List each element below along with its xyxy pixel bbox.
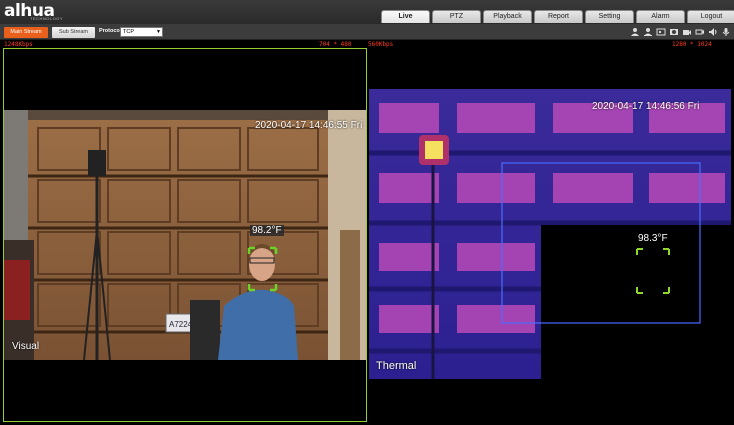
chevron-down-icon: ▼ [156,29,161,35]
tab-live[interactable]: Live [381,10,430,23]
thermal-channel-label: Thermal [376,360,417,372]
live-view-page: alhua TECHNOLOGY Live PTZ Playback Repor… [0,0,734,425]
visual-channel-label: Visual [12,341,40,352]
snapshot-icon[interactable] [656,27,666,37]
tab-report[interactable]: Report [534,10,583,23]
left-bitrate: 1248Kbps [4,41,33,48]
speaker-icon[interactable] [708,27,718,37]
record-icon[interactable] [682,27,692,37]
header-bar: alhua TECHNOLOGY Live PTZ Playback Repor… [0,0,734,24]
main-stream-button[interactable]: Main Stream [4,27,48,38]
tab-logout[interactable]: Logout [687,10,734,23]
thermal-camera-feed[interactable] [369,89,731,379]
microphone-icon[interactable] [721,27,731,37]
right-resolution: 1280 * 1024 [672,41,712,48]
main-nav: Live PTZ Playback Report Setting Alarm L… [381,10,734,23]
protocol-select[interactable]: TCP ▼ [120,27,163,37]
user-group-icon[interactable] [643,27,653,37]
tab-alarm[interactable]: Alarm [636,10,685,23]
protocol-label: Protocol [99,28,122,34]
thermal-timestamp: 2020-04-17 14:46:56 Fri [592,101,700,112]
camera-icon[interactable] [695,27,705,37]
visual-temperature-readout: 98.2°F [250,225,284,236]
stream-toolbar: Main Stream Sub Stream Protocol TCP ▼ [0,24,734,40]
visual-video-panel[interactable]: A7224E 2020-04-17 14:46:55 Fri 98.2°F Vi… [3,48,367,422]
left-resolution: 704 * 480 [319,41,352,48]
photo-icon[interactable] [669,27,679,37]
visual-timestamp: 2020-04-17 14:46:55 Fri [255,120,363,131]
visual-camera-feed: A7224E [4,110,366,360]
brand-tagline: TECHNOLOGY [30,16,64,21]
user-icon[interactable] [630,27,640,37]
toolbar-icons [630,27,731,37]
right-bitrate: 560Kbps [368,41,394,48]
thermal-temperature-readout: 98.3°F [638,233,668,244]
tab-setting[interactable]: Setting [585,10,634,23]
sub-stream-button[interactable]: Sub Stream [52,27,95,38]
tab-playback[interactable]: Playback [483,10,532,23]
protocol-value: TCP [123,29,134,35]
tab-ptz[interactable]: PTZ [432,10,481,23]
